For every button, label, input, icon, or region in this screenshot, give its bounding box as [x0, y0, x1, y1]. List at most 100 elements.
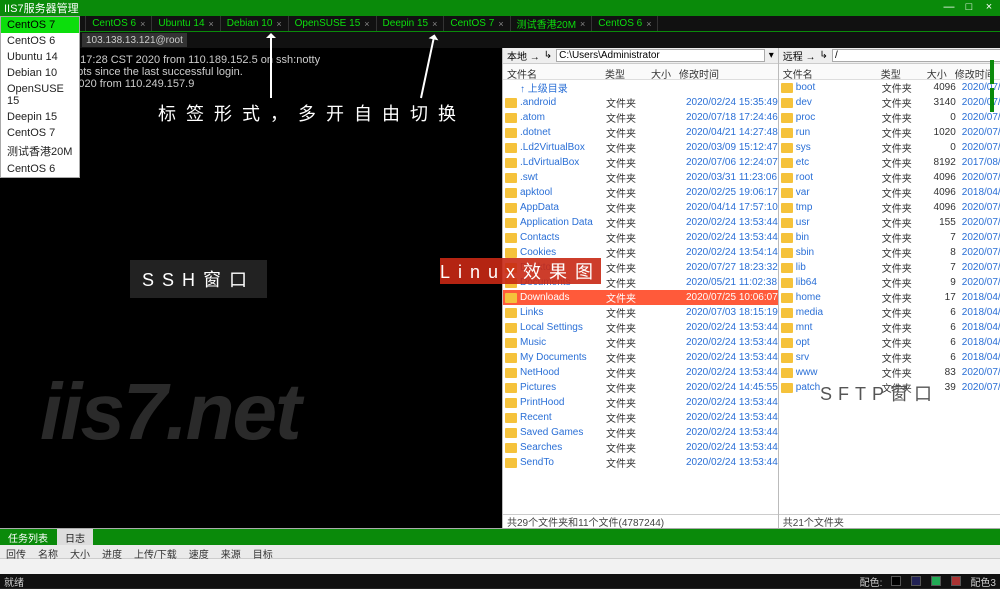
file-row[interactable]: Saved Games文件夹2020/02/24 13:53:44 [503, 425, 778, 440]
file-row[interactable]: My Documents文件夹2020/02/24 13:53:44 [503, 350, 778, 365]
palette-swatch[interactable] [891, 576, 901, 586]
close-tab-icon[interactable]: × [498, 19, 503, 29]
folder-icon [781, 233, 793, 243]
file-row[interactable]: opt文件夹62018/04/11 12:59:55 [779, 335, 1000, 350]
session-tab[interactable]: CentOS 7× [444, 16, 510, 31]
folder-icon [781, 98, 793, 108]
file-row[interactable]: www文件夹832020/07/21 17:15:34 [779, 365, 1000, 380]
path-dropdown-icon[interactable]: ▾ [769, 50, 774, 61]
column-header[interactable]: 大小 [917, 64, 951, 79]
file-row[interactable]: .swt文件夹2020/03/31 11:23:06 [503, 170, 778, 185]
file-row[interactable]: .Ld2VirtualBox文件夹2020/03/09 15:12:47 [503, 140, 778, 155]
file-row[interactable]: usr文件夹1552020/07/27 15:36:53 [779, 215, 1000, 230]
task-tab[interactable]: 任务列表 [0, 529, 56, 545]
pane-label: 远程 → [783, 48, 816, 63]
folder-icon [505, 113, 517, 123]
sidebar-server-item[interactable]: OpenSUSE 15 [1, 81, 79, 109]
annotation-arrow [270, 34, 272, 98]
file-row[interactable]: patch文件夹392020/07/21 17:43:52 [779, 380, 1000, 395]
task-tab[interactable]: 日志 [57, 529, 93, 545]
file-row[interactable]: sbin文件夹82020/07/27 18:10:01 [779, 245, 1000, 260]
close-tab-icon[interactable]: × [364, 19, 369, 29]
close-tab-icon[interactable]: × [276, 19, 281, 29]
session-tab[interactable]: Debian 10× [221, 16, 289, 31]
session-tab[interactable]: 测试香港20M× [511, 16, 593, 31]
file-row[interactable]: boot文件夹40962020/07/27 16:03:10 [779, 80, 1000, 95]
sidebar-server-item[interactable]: CentOS 6 [1, 161, 79, 177]
file-row[interactable]: mnt文件夹62018/04/11 12:59:55 [779, 320, 1000, 335]
column-header[interactable]: 类型 [601, 64, 641, 79]
file-row[interactable]: Recent文件夹2020/02/24 13:53:44 [503, 410, 778, 425]
sidebar-server-item[interactable]: CentOS 7 [1, 17, 79, 33]
task-column: 来源 [215, 545, 247, 558]
local-pane: 本地 →↳▾文件名类型大小修改时间↑ 上级目录.android文件夹2020/0… [502, 48, 778, 528]
file-row[interactable]: dev文件夹31402020/07/27 15:38:39 [779, 95, 1000, 110]
session-tab[interactable]: OpenSUSE 15× [289, 16, 377, 31]
sidebar-server-item[interactable]: 测试香港20M [1, 141, 79, 161]
column-header[interactable]: 文件名 [779, 64, 877, 79]
file-row[interactable]: Documents文件夹2020/05/21 11:02:38 [503, 275, 778, 290]
file-row[interactable]: NetHood文件夹2020/02/24 13:53:44 [503, 365, 778, 380]
file-row[interactable]: Local Settings文件夹2020/02/24 13:53:44 [503, 320, 778, 335]
file-row[interactable]: Downloads文件夹2020/07/25 10:06:07 [503, 290, 778, 305]
file-row[interactable]: Contacts文件夹2020/02/24 13:53:44 [503, 230, 778, 245]
file-row[interactable]: tmp文件夹40962020/07/27 16:19:47 [779, 200, 1000, 215]
file-row[interactable]: .atom文件夹2020/07/18 17:24:46 [503, 110, 778, 125]
file-row[interactable]: .android文件夹2020/02/24 15:35:49 [503, 95, 778, 110]
palette-swatch[interactable] [911, 576, 921, 586]
file-row[interactable]: etc文件夹81922017/08/03 14:42:44 [779, 155, 1000, 170]
file-row[interactable]: lib文件夹72020/07/27 15:36:21 [779, 260, 1000, 275]
close-button[interactable]: × [982, 2, 996, 14]
file-row[interactable]: Links文件夹2020/07/03 18:15:19 [503, 305, 778, 320]
go-icon[interactable]: ↳ [820, 50, 828, 61]
file-row[interactable]: root文件夹40962020/07/27 15:49:49 [779, 170, 1000, 185]
file-row[interactable]: var文件夹40962018/04/11 12:59:55 [779, 185, 1000, 200]
sidebar-server-item[interactable]: CentOS 6 [1, 33, 79, 49]
file-row[interactable]: srv文件夹62018/04/11 12:59:55 [779, 350, 1000, 365]
sidebar-server-item[interactable]: Deepin 15 [1, 109, 79, 125]
file-row[interactable]: apktool文件夹2020/02/25 19:06:17 [503, 185, 778, 200]
maximize-button[interactable]: □ [962, 2, 976, 14]
session-tab[interactable]: CentOS 6× [86, 16, 152, 31]
file-row[interactable]: SendTo文件夹2020/02/24 13:53:44 [503, 455, 778, 470]
file-row[interactable]: Desktop文件夹2020/07/27 18:23:32 [503, 260, 778, 275]
file-row[interactable]: home文件夹172018/04/11 12:59:55 [779, 290, 1000, 305]
file-row[interactable]: Searches文件夹2020/02/24 13:53:44 [503, 440, 778, 455]
sidebar-server-item[interactable]: CentOS 7 [1, 125, 79, 141]
file-row[interactable]: sys文件夹02020/07/27 15:54:07 [779, 140, 1000, 155]
sidebar-server-item[interactable]: Ubuntu 14 [1, 49, 79, 65]
close-tab-icon[interactable]: × [209, 19, 214, 29]
file-row[interactable]: AppData文件夹2020/04/14 17:57:10 [503, 200, 778, 215]
session-tab[interactable]: CentOS 6× [592, 16, 658, 31]
file-row[interactable]: .dotnet文件夹2020/04/21 14:27:48 [503, 125, 778, 140]
column-header[interactable]: 类型 [877, 64, 917, 79]
session-tab[interactable]: Ubuntu 14× [152, 16, 220, 31]
go-icon[interactable]: ↳ [544, 50, 552, 61]
file-row[interactable]: Pictures文件夹2020/02/24 14:45:55 [503, 380, 778, 395]
file-row[interactable]: media文件夹62018/04/11 12:59:55 [779, 305, 1000, 320]
file-row[interactable]: lib64文件夹92020/07/27 16:48:17 [779, 275, 1000, 290]
file-row[interactable]: proc文件夹02020/07/27 15:38:39 [779, 110, 1000, 125]
column-header[interactable]: 大小 [641, 64, 675, 79]
folder-icon [505, 278, 517, 288]
column-header[interactable]: 文件名 [503, 64, 601, 79]
sidebar-server-item[interactable]: Debian 10 [1, 65, 79, 81]
file-row[interactable]: run文件夹10202020/07/27 15:54:07 [779, 125, 1000, 140]
palette-swatch[interactable] [951, 576, 961, 586]
path-input[interactable] [556, 49, 765, 62]
column-header[interactable]: 修改时间 [675, 64, 778, 79]
minimize-button[interactable]: — [942, 2, 956, 14]
file-row[interactable]: Application Data文件夹2020/02/24 13:53:44 [503, 215, 778, 230]
path-input[interactable] [832, 49, 1000, 62]
file-row[interactable]: Music文件夹2020/02/24 13:53:44 [503, 335, 778, 350]
close-tab-icon[interactable]: × [580, 19, 585, 29]
file-row[interactable]: Cookies文件夹2020/02/24 13:54:14 [503, 245, 778, 260]
close-tab-icon[interactable]: × [432, 19, 437, 29]
file-row[interactable]: bin文件夹72020/07/27 16:48:00 [779, 230, 1000, 245]
up-directory[interactable]: ↑ 上级目录 [503, 80, 778, 95]
file-row[interactable]: .LdVirtualBox文件夹2020/07/06 12:24:07 [503, 155, 778, 170]
close-tab-icon[interactable]: × [646, 19, 651, 29]
palette-swatch[interactable] [931, 576, 941, 586]
close-tab-icon[interactable]: × [140, 19, 145, 29]
file-row[interactable]: PrintHood文件夹2020/02/24 13:53:44 [503, 395, 778, 410]
